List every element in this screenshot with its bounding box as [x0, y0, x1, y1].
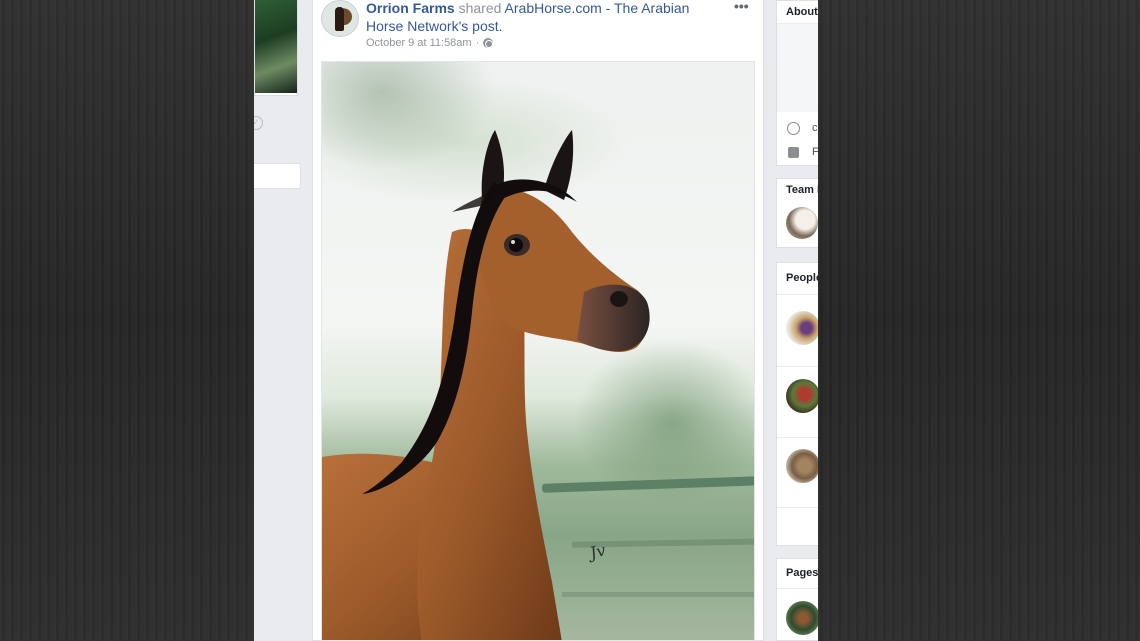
shared-word: shared: [454, 0, 505, 16]
shared-suffix[interactable]: 's post.: [459, 18, 503, 34]
team-member-avatar[interactable]: [786, 207, 818, 239]
feed-post: Orrion Farms shared ArabHorse.com - The …: [312, 0, 764, 641]
globe-icon[interactable]: [483, 38, 494, 48]
about-map-placeholder: [777, 24, 818, 112]
author-avatar[interactable]: [321, 0, 359, 37]
left-photo-thumbnail[interactable]: [254, 0, 298, 96]
about-card: About c F: [776, 0, 818, 166]
page-avatar[interactable]: [786, 601, 818, 635]
post-header: Orrion Farms shared ArabHorse.com - The …: [366, 0, 726, 35]
facebook-page: ✓ Orrion Farms shared ArabHorse.com - Th…: [254, 0, 818, 641]
store-icon: [788, 147, 799, 158]
about-row-text[interactable]: c: [812, 122, 818, 134]
people-card: People: [776, 262, 818, 546]
more-options-icon[interactable]: •••: [734, 0, 749, 14]
horse-image: [322, 130, 650, 640]
left-input-box[interactable]: [254, 163, 301, 189]
team-card: Team M: [776, 178, 818, 248]
pages-title[interactable]: Pages: [786, 567, 818, 579]
team-title[interactable]: Team M: [786, 184, 818, 196]
post-meta: October 9 at 11:58am ·: [366, 37, 494, 49]
check-circle-icon: ✓: [254, 116, 263, 130]
person-avatar[interactable]: [786, 449, 818, 483]
pages-card: Pages: [776, 558, 818, 641]
post-timestamp[interactable]: October 9 at 11:58am: [366, 37, 472, 49]
globe-icon: [787, 122, 800, 135]
about-title[interactable]: About: [786, 6, 818, 18]
about-row-text[interactable]: F: [812, 146, 818, 158]
background-right: [818, 0, 1140, 641]
person-avatar[interactable]: [786, 379, 818, 413]
person-avatar[interactable]: [786, 311, 818, 345]
divider: [777, 294, 818, 295]
divider: [777, 366, 818, 367]
divider: [777, 507, 818, 508]
people-title[interactable]: People: [786, 272, 818, 284]
divider: [777, 437, 818, 438]
divider: [777, 588, 818, 589]
meta-separator: ·: [475, 37, 480, 49]
post-photo[interactable]: Jv: [321, 61, 755, 641]
author-name-link[interactable]: Orrion Farms: [366, 0, 455, 16]
background-left: [0, 0, 254, 641]
thumbnail-image: [255, 0, 297, 93]
